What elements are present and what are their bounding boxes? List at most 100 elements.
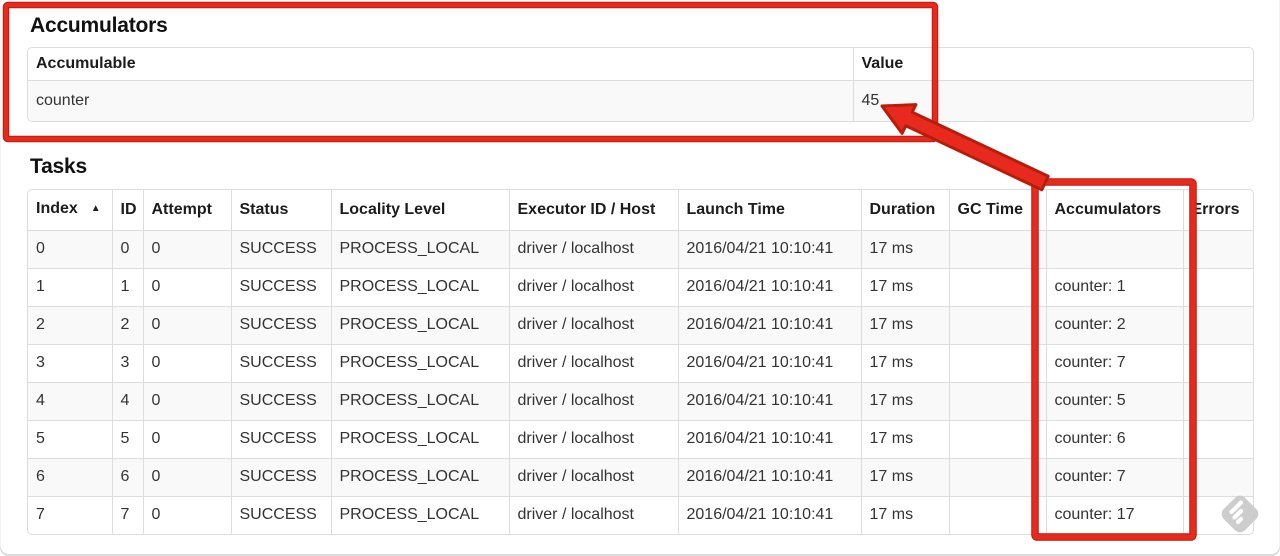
table-cell: 0 bbox=[28, 230, 112, 269]
table-row: 2 2 0 SUCCESS PROCESS_LOCAL driver / localhos… bbox=[28, 306, 1253, 345]
table-cell bbox=[948, 344, 1046, 383]
table-cell: 2016/04/21 10:10:41 bbox=[677, 382, 861, 421]
table-cell: 2016/04/21 10:10:41 bbox=[677, 268, 861, 307]
table-cell bbox=[948, 268, 1046, 307]
accumulators-table: Accumulable Value counter 45 bbox=[27, 47, 1254, 122]
table-cell: 2016/04/21 10:10:41 bbox=[677, 230, 861, 269]
table-cell: 2016/04/21 10:10:41 bbox=[677, 344, 861, 383]
table-cell: SUCCESS bbox=[230, 230, 331, 269]
table-cell: 1 bbox=[111, 268, 143, 307]
table-cell: 17 ms bbox=[860, 306, 949, 345]
table-cell: PROCESS_LOCAL bbox=[330, 268, 509, 307]
column-header-accumulators[interactable]: Accumulators bbox=[1045, 190, 1183, 231]
table-cell bbox=[948, 458, 1046, 497]
table-cell bbox=[1182, 382, 1253, 421]
table-cell: PROCESS_LOCAL bbox=[330, 344, 509, 383]
table-cell: counter: 17 bbox=[1045, 496, 1183, 534]
column-header-executor-id-host[interactable]: Executor ID / Host bbox=[508, 190, 678, 231]
accumulators-heading: Accumulators bbox=[30, 14, 168, 37]
table-row: 1 1 0 SUCCESS PROCESS_LOCAL driver / localhos… bbox=[28, 268, 1253, 307]
table-cell: 45 bbox=[852, 80, 1253, 121]
table-cell: PROCESS_LOCAL bbox=[330, 458, 509, 497]
table-cell: 17 ms bbox=[860, 458, 949, 497]
table-cell: 6 bbox=[111, 458, 143, 497]
table-cell: 2016/04/21 10:10:41 bbox=[677, 306, 861, 345]
table-cell: 5 bbox=[28, 420, 112, 459]
table-cell: 0 bbox=[142, 268, 231, 307]
table-cell: 17 ms bbox=[860, 420, 949, 459]
table-cell bbox=[948, 230, 1046, 269]
column-header-launch-time[interactable]: Launch Time bbox=[677, 190, 861, 231]
table-cell: 5 bbox=[111, 420, 143, 459]
table-cell bbox=[948, 420, 1046, 459]
column-header-status[interactable]: Status bbox=[230, 190, 331, 231]
table-cell: PROCESS_LOCAL bbox=[330, 496, 509, 534]
table-cell: 0 bbox=[142, 230, 231, 269]
table-cell: 2016/04/21 10:10:41 bbox=[677, 458, 861, 497]
table-cell: 7 bbox=[28, 496, 112, 534]
column-header-id[interactable]: ID bbox=[111, 190, 143, 231]
table-cell: 2 bbox=[28, 306, 112, 345]
table-cell: driver / localhost bbox=[508, 306, 678, 345]
table-cell: 2016/04/21 10:10:41 bbox=[677, 420, 861, 459]
table-cell bbox=[948, 382, 1046, 421]
table-cell: driver / localhost bbox=[508, 344, 678, 383]
column-header-accumulable: Accumulable bbox=[36, 55, 136, 72]
table-cell: 0 bbox=[111, 230, 143, 269]
table-cell bbox=[1182, 230, 1253, 269]
tasks-heading: Tasks bbox=[30, 155, 87, 178]
table-cell: 17 ms bbox=[860, 230, 949, 269]
table-cell bbox=[1182, 268, 1253, 307]
table-cell bbox=[1045, 230, 1183, 269]
table-cell: 2016/04/21 10:10:41 bbox=[677, 496, 861, 534]
column-header-locality-level[interactable]: Locality Level bbox=[330, 190, 509, 231]
table-cell: SUCCESS bbox=[230, 382, 331, 421]
table-header-row: Accumulable Value bbox=[28, 48, 1253, 81]
table-cell: driver / localhost bbox=[508, 420, 678, 459]
table-cell: SUCCESS bbox=[230, 344, 331, 383]
table-cell: 4 bbox=[28, 382, 112, 421]
table-cell: 6 bbox=[28, 458, 112, 497]
table-cell: 0 bbox=[142, 306, 231, 345]
table-cell: SUCCESS bbox=[230, 496, 331, 534]
table-cell: 0 bbox=[142, 458, 231, 497]
table-row: 5 5 0 SUCCESS PROCESS_LOCAL driver / localhos… bbox=[28, 420, 1253, 459]
table-cell: SUCCESS bbox=[230, 420, 331, 459]
column-header-duration[interactable]: Duration bbox=[860, 190, 949, 231]
table-cell: 0 bbox=[142, 420, 231, 459]
column-header-attempt[interactable]: Attempt bbox=[142, 190, 231, 231]
sort-ascending-icon: ▲ bbox=[90, 203, 101, 214]
stamp-icon bbox=[1217, 491, 1263, 537]
table-cell: 1 bbox=[28, 268, 112, 307]
table-cell: driver / localhost bbox=[508, 230, 678, 269]
table-row: 7 7 0 SUCCESS PROCESS_LOCAL driver / localhos… bbox=[28, 496, 1253, 534]
table-row: 0 0 0 SUCCESS PROCESS_LOCAL driver / localhos… bbox=[28, 230, 1253, 269]
table-cell: PROCESS_LOCAL bbox=[330, 382, 509, 421]
table-cell: 3 bbox=[111, 344, 143, 383]
column-header-errors[interactable]: Errors bbox=[1182, 190, 1253, 231]
table-cell: 2 bbox=[111, 306, 143, 345]
table-header-row: Index ▲ ID Attempt Status Locality Level Execu… bbox=[28, 190, 1253, 231]
table-cell bbox=[948, 496, 1046, 534]
column-header-value: Value bbox=[852, 48, 1253, 81]
column-header-gc-time[interactable]: GC Time bbox=[948, 190, 1046, 231]
table-row: 3 3 0 SUCCESS PROCESS_LOCAL driver / localhos… bbox=[28, 344, 1253, 383]
table-cell: counter: 2 bbox=[1045, 306, 1183, 345]
table-cell: 17 ms bbox=[860, 382, 949, 421]
column-header-index[interactable]: Index ▲ bbox=[28, 190, 112, 231]
table-cell bbox=[1182, 306, 1253, 345]
table-cell: counter: 7 bbox=[1045, 458, 1183, 497]
table-cell: driver / localhost bbox=[508, 496, 678, 534]
table-cell bbox=[1182, 420, 1253, 459]
table-cell: counter: 7 bbox=[1045, 344, 1183, 383]
table-cell: SUCCESS bbox=[230, 458, 331, 497]
table-cell: counter: 1 bbox=[1045, 268, 1183, 307]
table-cell bbox=[1182, 344, 1253, 383]
table-cell: 0 bbox=[142, 382, 231, 421]
table-cell: driver / localhost bbox=[508, 268, 678, 307]
table-cell bbox=[948, 306, 1046, 345]
table-cell: 0 bbox=[142, 496, 231, 534]
table-cell: driver / localhost bbox=[508, 382, 678, 421]
spark-stage-page: Accumulators Accumulable Value counter 45 … bbox=[0, 0, 1280, 556]
table-cell: 17 ms bbox=[860, 268, 949, 307]
